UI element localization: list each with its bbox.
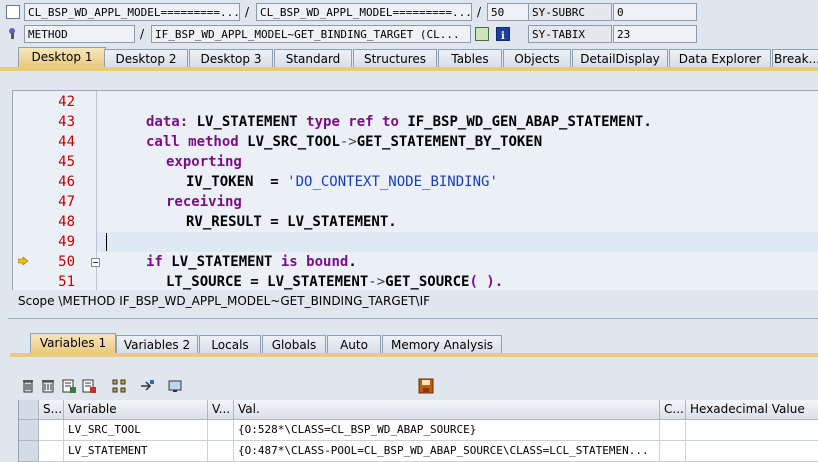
table-row-c: [660, 441, 686, 462]
sy-tabix-value[interactable]: 23: [613, 25, 697, 43]
line-number: 48: [58, 214, 75, 230]
tab-variables-2[interactable]: Variables 2: [116, 335, 198, 354]
line-number: 50: [58, 254, 75, 270]
table-row-status: [39, 420, 64, 441]
tab-detail-display[interactable]: DetailDisplay: [572, 49, 668, 68]
code-line-43: data: LV_STATEMENT type ref to IF_BSP_WD…: [146, 114, 652, 130]
navigate-icon[interactable]: [475, 27, 489, 41]
tab-globals[interactable]: Globals: [262, 335, 326, 354]
info-icon[interactable]: i: [496, 27, 510, 42]
line-number: 42: [58, 94, 75, 110]
line-number: 44: [58, 134, 75, 150]
include-field[interactable]: CL_BSP_WD_APPL_MODEL=========...: [256, 3, 472, 21]
collapse-block-icon[interactable]: [91, 258, 100, 267]
tab-auto[interactable]: Auto: [327, 335, 381, 354]
table-row-status: [39, 441, 64, 462]
program-field[interactable]: CL_BSP_WD_APPL_MODEL=========...: [24, 3, 240, 21]
column-header-v[interactable]: V...: [208, 400, 234, 420]
tab-breakpoints[interactable]: Break...: [772, 49, 818, 68]
row-selector[interactable]: [19, 420, 39, 441]
table-row-value[interactable]: {O:528*\CLASS=CL_BSP_WD_ABAP_SOURCE}: [234, 420, 660, 441]
sy-subrc-label: SY-SUBRC: [528, 3, 612, 21]
tab-tables[interactable]: Tables: [438, 49, 502, 68]
code-line-47: receiving: [166, 194, 242, 210]
tab-strip-baseline: [0, 67, 818, 71]
tab-structures[interactable]: Structures: [353, 49, 437, 68]
table-row-v: [208, 441, 234, 462]
table-row-c: [660, 420, 686, 441]
svg-text:i: i: [501, 31, 505, 42]
pane-divider[interactable]: [8, 318, 818, 319]
line-field[interactable]: 50: [487, 3, 533, 21]
line-number: 46: [58, 174, 75, 190]
table-row-v: [208, 420, 234, 441]
table-row-value[interactable]: {O:487*\CLASS-POOL=CL_BSP_WD_ABAP_SOURCE…: [234, 441, 660, 462]
tab-desktop-1[interactable]: Desktop 1: [18, 47, 106, 68]
row-selector[interactable]: [19, 441, 39, 462]
desktop-tab-strip: Desktop 1 Desktop 2 Desktop 3 Standard S…: [0, 46, 818, 68]
column-header-hex[interactable]: Hexadecimal Value: [686, 400, 818, 420]
method-icon: [7, 26, 21, 40]
header-selector[interactable]: [19, 400, 39, 420]
save-variables-icon[interactable]: [81, 378, 97, 394]
text-cursor: [106, 233, 107, 251]
line-number: 43: [58, 114, 75, 130]
table-row-variable[interactable]: LV_STATEMENT: [64, 441, 208, 462]
column-header-c[interactable]: C...: [660, 400, 686, 420]
table-row-hex: [686, 441, 818, 462]
load-variables-icon[interactable]: [61, 378, 77, 394]
tab-locals[interactable]: Locals: [199, 335, 261, 354]
code-line-45: exporting: [166, 154, 242, 170]
tab-standard[interactable]: Standard: [274, 49, 352, 68]
line-number: 51: [58, 274, 75, 290]
table-row-hex: [686, 420, 818, 441]
sy-tabix-label: SY-TABIX: [528, 25, 612, 43]
code-editor[interactable]: 42 43 44 45 46 47 48 49 50 51 data: LV_S…: [12, 90, 818, 290]
display-icon[interactable]: [167, 378, 183, 394]
transfer-icon[interactable]: [139, 378, 155, 394]
column-header-variable[interactable]: Variable: [64, 400, 208, 420]
save-icon[interactable]: [418, 378, 434, 394]
code-line-48: RV_RESULT = LV_STATEMENT.: [186, 214, 397, 230]
sy-subrc-value[interactable]: 0: [613, 3, 697, 21]
tab-desktop-2[interactable]: Desktop 2: [104, 49, 188, 68]
delete-all-icon[interactable]: [40, 378, 56, 394]
tab-variables-1[interactable]: Variables 1: [30, 333, 116, 354]
column-header-status[interactable]: S...: [39, 400, 64, 420]
tab-objects[interactable]: Objects: [503, 49, 571, 68]
table-row-variable[interactable]: LV_SRC_TOOL: [64, 420, 208, 441]
tab-memory-analysis[interactable]: Memory Analysis: [382, 335, 502, 354]
event-type-field[interactable]: METHOD: [24, 25, 135, 43]
line-number: 49: [58, 234, 75, 250]
separator-slash: /: [477, 5, 482, 19]
separator-slash: /: [140, 27, 145, 41]
code-line-44: call method LV_SRC_TOOL->GET_STATEMENT_B…: [146, 134, 543, 150]
hierarchy-icon[interactable]: [111, 378, 127, 394]
column-header-value[interactable]: Val.: [234, 400, 660, 420]
program-icon: [6, 5, 20, 19]
variable-tab-baseline: [10, 353, 818, 357]
current-statement-arrow-icon: [18, 257, 28, 265]
delete-icon[interactable]: [20, 378, 36, 394]
event-field[interactable]: IF_BSP_WD_APPL_MODEL~GET_BINDING_TARGET …: [151, 25, 471, 43]
scope-label: Scope \METHOD IF_BSP_WD_APPL_MODEL~GET_B…: [18, 294, 431, 308]
line-number: 47: [58, 194, 75, 210]
code-line-51: LT_SOURCE = LV_STATEMENT->GET_SOURCE( ).: [166, 274, 504, 290]
tab-data-explorer[interactable]: Data Explorer: [669, 49, 771, 68]
variables-grid[interactable]: S... Variable V... Val. C... Hexadecimal…: [18, 400, 818, 462]
current-line-highlight: [97, 232, 818, 252]
code-line-50: if LV_STATEMENT is bound.: [146, 254, 357, 270]
tab-desktop-3[interactable]: Desktop 3: [189, 49, 273, 68]
separator-slash: /: [245, 5, 250, 19]
code-line-46: IV_TOKEN = 'DO_CONTEXT_NODE_BINDING': [186, 174, 498, 190]
line-number: 45: [58, 154, 75, 170]
